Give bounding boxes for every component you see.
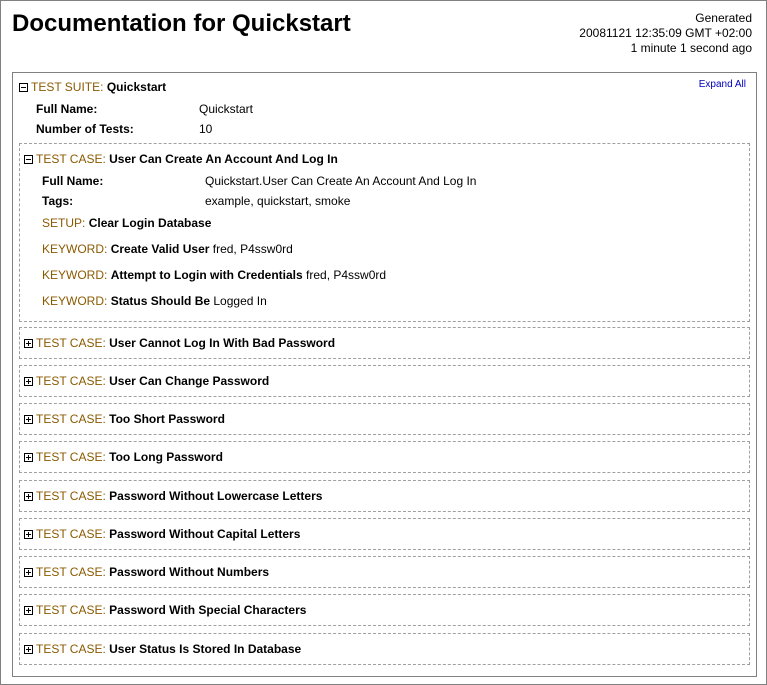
test-case-name: Password Without Lowercase Letters [109,489,323,503]
expand-case-icon[interactable] [24,568,33,578]
suite-num-tests-label: Number of Tests: [36,122,134,136]
test-case-header: TEST CASE: Too Short Password [24,412,225,427]
keyword-kind-label: KEYWORD: [42,294,108,308]
case-kind-label: TEST CASE: [36,336,106,350]
test-case-header: TEST CASE: Password Without Capital Lett… [24,527,300,542]
keyword-args: fred, P4ssw0rd [306,268,387,282]
test-case-collapsed: TEST CASE: Too Short Password [19,403,750,435]
keyword-row: KEYWORD: Status Should Be Logged In [42,294,267,308]
generated-timestamp: 20081121 12:35:09 GMT +02:00 [579,26,752,40]
test-case-name: User Can Create An Account And Log In [109,152,338,166]
expand-case-icon[interactable] [24,339,33,349]
setup-keyword: SETUP: Clear Login Database [42,216,211,230]
expand-case-icon[interactable] [24,530,33,540]
suite-num-tests-value: 10 [199,122,213,136]
suite-kind-label: TEST SUITE: [31,80,104,94]
test-case-name: Password With Special Characters [109,603,307,617]
page-title: Documentation for Quickstart [12,10,351,37]
test-case-name: User Cannot Log In With Bad Password [109,336,336,350]
suite-full-name-label: Full Name: [36,102,98,116]
case-full-name-value: Quickstart.User Can Create An Account An… [205,174,477,188]
test-case-header: TEST CASE: Password Without Lowercase Le… [24,489,322,504]
test-case-header: TEST CASE: Password Without Numbers [24,565,269,580]
expand-case-icon[interactable] [24,606,33,616]
expand-case-icon[interactable] [24,453,33,463]
generated-label: Generated [695,11,752,25]
expand-case-icon[interactable] [24,415,33,425]
test-case-name: Too Long Password [109,450,223,464]
test-case-header: TEST CASE: User Can Create An Account An… [24,152,338,167]
test-case-name: User Can Change Password [109,374,270,388]
page-frame: Documentation for Quickstart Generated 2… [0,0,767,685]
test-case-expanded: TEST CASE: User Can Create An Account An… [19,143,750,322]
expand-case-icon[interactable] [24,645,33,655]
keyword-name: Status Should Be [110,294,211,308]
case-kind-label: TEST CASE: [36,374,106,388]
case-kind-label: TEST CASE: [36,527,106,541]
expand-all-link[interactable]: Expand All [699,79,746,90]
case-kind-label: TEST CASE: [36,152,106,166]
test-case-collapsed: TEST CASE: Password Without Lowercase Le… [19,480,750,512]
suite-name: Quickstart [106,80,167,94]
keyword-args: Logged In [213,294,267,308]
case-kind-label: TEST CASE: [36,450,106,464]
case-tags-value: example, quickstart, smoke [205,194,351,208]
case-tags-label: Tags: [42,194,74,208]
case-kind-label: TEST CASE: [36,489,106,503]
keyword-name: Create Valid User [110,242,210,256]
test-case-collapsed: TEST CASE: User Can Change Password [19,365,750,397]
test-case-collapsed: TEST CASE: User Status Is Stored In Data… [19,633,750,665]
test-case-collapsed: TEST CASE: Password Without Capital Lett… [19,518,750,550]
suite-header: TEST SUITE: Quickstart [19,80,166,95]
test-case-header: TEST CASE: User Cannot Log In With Bad P… [24,336,335,351]
collapse-case-icon[interactable] [24,155,33,165]
expand-case-icon[interactable] [24,492,33,502]
test-case-header: TEST CASE: User Status Is Stored In Data… [24,642,301,657]
test-case-name: Password Without Numbers [109,565,270,579]
case-full-name-label: Full Name: [42,174,104,188]
case-kind-label: TEST CASE: [36,603,106,617]
test-suite: TEST SUITE: Quickstart Expand All Full N… [12,72,757,677]
test-case-collapsed: TEST CASE: Password Without Numbers [19,556,750,588]
keyword-row: KEYWORD: Create Valid User fred, P4ssw0r… [42,242,293,256]
test-case-header: TEST CASE: User Can Change Password [24,374,269,389]
setup-name: Clear Login Database [88,216,212,230]
keyword-name: Attempt to Login with Credentials [110,268,303,282]
setup-kind-label: SETUP: [42,216,86,230]
test-case-header: TEST CASE: Too Long Password [24,450,223,465]
keyword-row: KEYWORD: Attempt to Login with Credentia… [42,268,386,282]
case-kind-label: TEST CASE: [36,642,106,656]
test-case-name: User Status Is Stored In Database [109,642,302,656]
suite-full-name-value: Quickstart [199,102,254,116]
case-kind-label: TEST CASE: [36,565,106,579]
test-case-header: TEST CASE: Password With Special Charact… [24,603,306,618]
case-kind-label: TEST CASE: [36,412,106,426]
generated-info: Generated 20081121 12:35:09 GMT +02:00 1… [579,11,752,56]
expand-case-icon[interactable] [24,377,33,387]
test-case-name: Too Short Password [109,412,225,426]
test-case-collapsed: TEST CASE: Password With Special Charact… [19,594,750,626]
test-case-name: Password Without Capital Letters [109,527,301,541]
keyword-kind-label: KEYWORD: [42,242,108,256]
generated-age: 1 minute 1 second ago [630,41,752,55]
test-case-collapsed: TEST CASE: User Cannot Log In With Bad P… [19,327,750,359]
test-case-collapsed: TEST CASE: Too Long Password [19,441,750,473]
keyword-args: fred, P4ssw0rd [212,242,293,256]
collapse-suite-icon[interactable] [19,83,28,93]
keyword-kind-label: KEYWORD: [42,268,108,282]
